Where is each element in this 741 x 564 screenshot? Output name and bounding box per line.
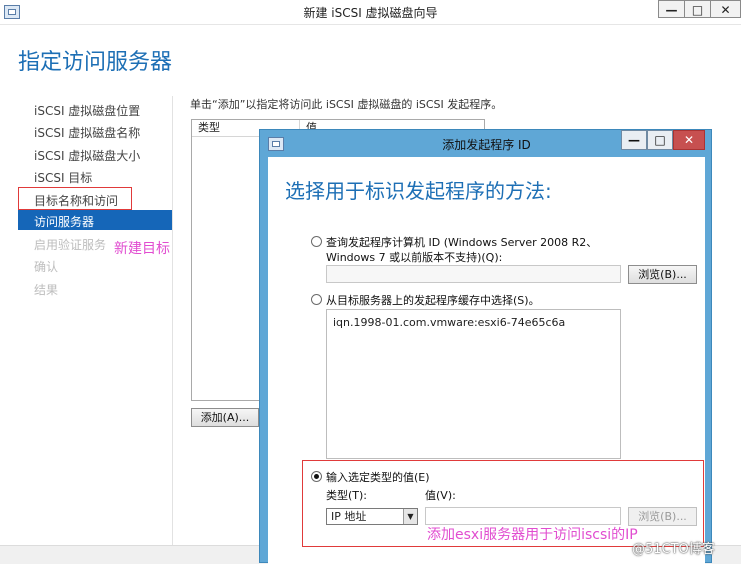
chevron-down-icon: ▼ (403, 509, 417, 524)
nav-item-results: 结果 (34, 283, 59, 297)
computer-id-input[interactable] (326, 265, 621, 283)
nav-item-target-name-access[interactable]: 目标名称和访问 (34, 192, 118, 209)
type-select[interactable]: IP 地址 ▼ (326, 508, 418, 525)
dialog-close-button[interactable]: ✕ (673, 130, 705, 150)
nav-item-disk-location[interactable]: iSCSI 虚拟磁盘位置 (34, 102, 140, 119)
dialog-maximize-button[interactable]: □ (647, 130, 673, 150)
annotation-new-target: 新建目标 (114, 241, 170, 257)
minimize-button[interactable]: — (658, 0, 685, 18)
nav-item-enable-auth: 启用验证服务 (34, 238, 107, 252)
value-input[interactable] (425, 507, 621, 525)
list-item[interactable]: iqn.1998-01.com.vmware:esxi6-74e65c6a (333, 316, 614, 329)
radio-enter-value[interactable] (311, 471, 322, 482)
nav-item-disk-name[interactable]: iSCSI 虚拟磁盘名称 (34, 124, 140, 141)
browse-value-button: 浏览(B)... (628, 507, 697, 526)
type-select-value: IP 地址 (331, 510, 367, 523)
dialog-body: 选择用于标识发起程序的方法: 查询发起程序计算机 ID (Windows Ser… (268, 157, 705, 564)
add-button[interactable]: 添加(A)... (191, 408, 259, 427)
main-titlebar: 新建 iSCSI 虚拟磁盘向导 — □ ✕ (0, 0, 741, 25)
initiator-cache-list[interactable]: iqn.1998-01.com.vmware:esxi6-74e65c6a (326, 309, 621, 459)
nav-item-disk-size[interactable]: iSCSI 虚拟磁盘大小 (34, 147, 140, 164)
nav-divider (172, 96, 173, 556)
dialog-heading: 选择用于标识发起程序的方法: (285, 179, 552, 203)
maximize-button[interactable]: □ (684, 0, 711, 18)
annotation-add-esxi-ip: 添加esxi服务器用于访问iscsi的IP (427, 527, 638, 543)
page-title: 指定访问服务器 (18, 50, 173, 75)
option-query-line1: 查询发起程序计算机 ID (Windows Server 2008 R2、 (326, 236, 598, 249)
nav-item-label: 访问服务器 (34, 215, 95, 229)
type-label: 类型(T): (326, 489, 368, 502)
nav-item-iscsi-target[interactable]: iSCSI 目标 (34, 169, 92, 186)
option-query-line2: Windows 7 或以前版本不支持)(Q): (326, 251, 503, 264)
dialog-minimize-button[interactable]: — (621, 130, 647, 150)
option-cache-label: 从目标服务器上的发起程序缓存中选择(S)。 (326, 294, 540, 307)
add-initiator-dialog: 添加发起程序 ID — □ ✕ 选择用于标识发起程序的方法: 查询发起程序计算机… (259, 129, 712, 564)
instruction-text: 单击“添加”以指定将访问此 iSCSI 虚拟磁盘的 iSCSI 发起程序。 (190, 98, 503, 111)
nav-item-confirmation: 确认 (34, 260, 59, 274)
value-label: 值(V): (425, 489, 456, 502)
nav-item-access-servers[interactable]: 访问服务器 (18, 210, 172, 230)
option-enter-value-label: 输入选定类型的值(E) (326, 471, 430, 484)
watermark: @51CTO博客 (632, 542, 715, 557)
browse-computer-button[interactable]: 浏览(B)... (628, 265, 697, 284)
radio-initiator-cache[interactable] (311, 294, 322, 305)
radio-query-computer-id[interactable] (311, 236, 322, 247)
close-button[interactable]: ✕ (710, 0, 741, 18)
main-window-title: 新建 iSCSI 虚拟磁盘向导 (303, 6, 438, 20)
